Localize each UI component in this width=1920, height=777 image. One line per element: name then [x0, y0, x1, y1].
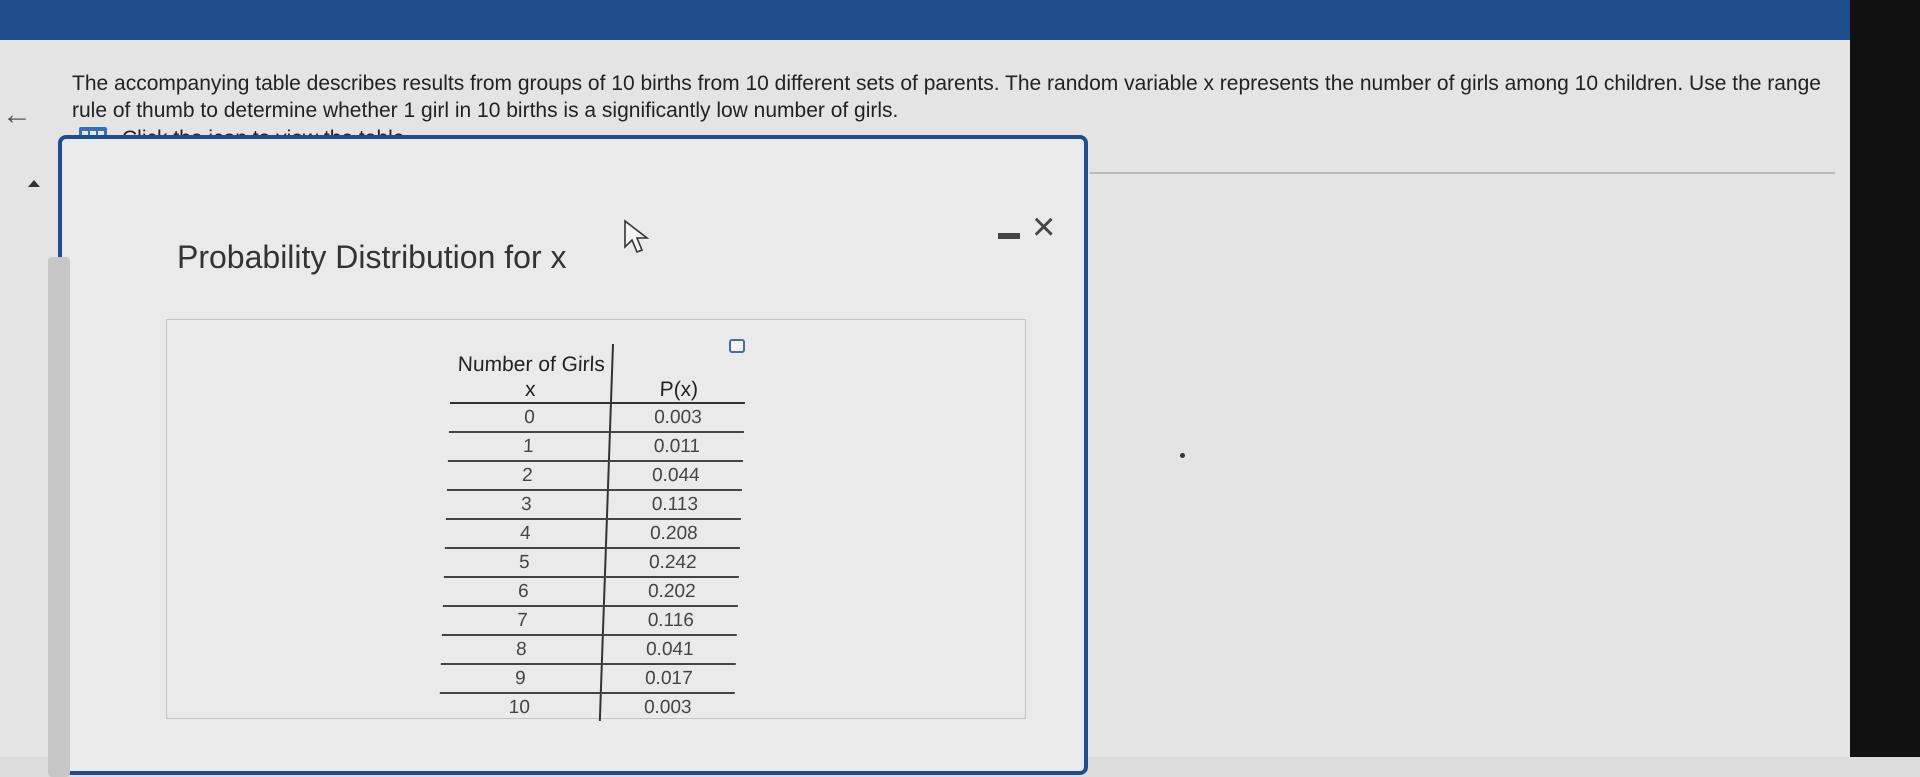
- top-bar: [0, 0, 1920, 40]
- cell-girls: 0: [448, 403, 611, 432]
- cell-probability: 0.208: [605, 519, 741, 548]
- table-row: 9 0.017: [439, 664, 736, 693]
- cell-girls: 6: [442, 577, 605, 606]
- cell-probability: 0.003: [609, 403, 745, 432]
- back-arrow-icon[interactable]: ←: [2, 100, 32, 130]
- cell-probability: 0.003: [643, 697, 692, 718]
- close-button[interactable]: ×: [1032, 207, 1055, 247]
- cell-girls: 8: [440, 635, 603, 664]
- cell-girls: 4: [444, 519, 607, 548]
- decorative-dot: [1180, 453, 1185, 458]
- table-row: 1 0.011: [447, 432, 744, 461]
- minimize-button[interactable]: [994, 219, 1024, 247]
- cell-probability: 0.044: [607, 461, 743, 490]
- table-header-row: Number of Girls x P(x): [449, 344, 747, 403]
- cell-girls: 1: [447, 432, 610, 461]
- mouse-cursor-icon: [624, 219, 650, 254]
- table-row: 8 0.041: [440, 635, 737, 664]
- table-popup: Probability Distribution for x × Number …: [48, 135, 1088, 777]
- table-row: 6 0.202: [442, 577, 739, 606]
- close-icon[interactable]: ×: [1032, 205, 1055, 249]
- collapse-triangle-icon[interactable]: [28, 180, 40, 187]
- screen-edge: [1850, 0, 1920, 757]
- header-probability: P(x): [610, 344, 747, 403]
- table-row: 3 0.113: [445, 490, 742, 519]
- cell-girls: 10: [438, 693, 601, 721]
- cell-girls: 9: [439, 664, 602, 693]
- divider: [1090, 172, 1835, 174]
- popup-title: Probability Distribution for x: [177, 239, 567, 275]
- cell-probability: 0.113: [606, 490, 742, 519]
- table-row: 0 0.003: [448, 403, 745, 432]
- table-row: 4 0.208: [444, 519, 741, 548]
- cell-probability: 0.041: [601, 635, 737, 664]
- cell-probability: 0.202: [603, 577, 739, 606]
- cell-girls: 3: [445, 490, 608, 519]
- header-number-of-girls: Number of Girls x: [449, 344, 613, 403]
- cell-girls: 7: [441, 606, 604, 635]
- cell-girls: 2: [446, 461, 609, 490]
- table-row: 7 0.116: [441, 606, 738, 635]
- cell-probability: 0.242: [604, 548, 740, 577]
- table-row: 10 0.003: [438, 693, 735, 721]
- table-row: 5 0.242: [443, 548, 740, 577]
- cell-probability: 0.017: [600, 664, 736, 693]
- cell-probability: 0.011: [608, 432, 744, 461]
- question-text: The accompanying table describes results…: [72, 72, 1821, 122]
- probability-table: Number of Girls x P(x) 0 0.003 1 0.011 2…: [438, 344, 747, 721]
- cell-probability: 0.116: [602, 606, 738, 635]
- table-row: 2 0.044: [446, 461, 743, 490]
- cell-girls: 5: [443, 548, 606, 577]
- scrollbar[interactable]: [48, 257, 70, 777]
